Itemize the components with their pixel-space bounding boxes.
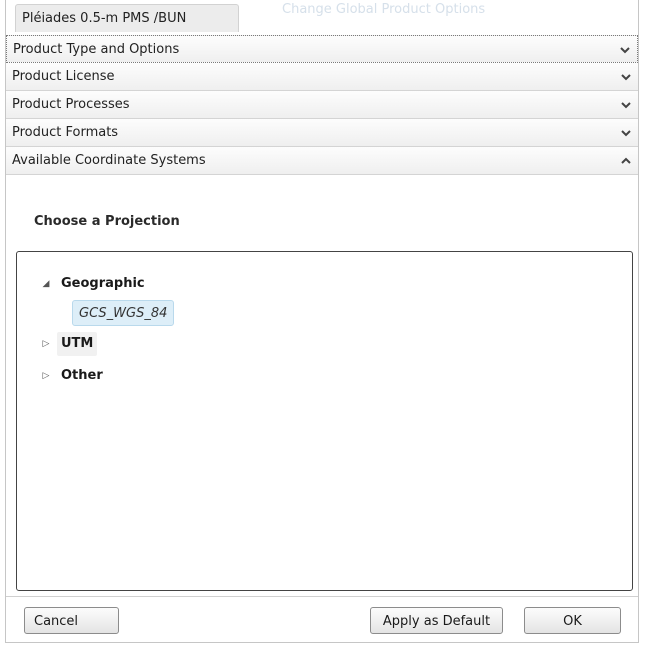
chevron-down-icon xyxy=(621,130,631,137)
tree-node-label: Other xyxy=(61,368,103,383)
section-product-license[interactable]: Product License xyxy=(6,63,638,91)
section-product-processes[interactable]: Product Processes xyxy=(6,91,638,119)
section-label: Product Processes xyxy=(12,97,130,112)
tree-node-label: UTM xyxy=(57,332,98,356)
tree-node-label: Geographic xyxy=(61,276,145,291)
section-label: Product Formats xyxy=(12,125,119,140)
tree-node-gcs-wgs-84[interactable]: GCS_WGS_84 xyxy=(72,300,175,326)
projection-tree[interactable]: ◢ Geographic GCS_WGS_84 ▷ UTM ▷ Other xyxy=(16,251,633,591)
product-options-dialog: Pléiades 0.5-m PMS /BUN Change Global Pr… xyxy=(5,0,639,643)
section-label: Available Coordinate Systems xyxy=(12,153,206,168)
chevron-down-icon xyxy=(621,102,631,109)
dialog-heading: Change Global Product Options xyxy=(282,2,486,17)
cancel-button[interactable]: Cancel xyxy=(24,607,119,634)
collapsed-triangle-icon[interactable]: ▷ xyxy=(39,332,53,356)
collapsed-triangle-icon[interactable]: ▷ xyxy=(39,364,53,388)
dialog-footer: Cancel Apply as Default OK xyxy=(6,596,638,642)
title-bar: Pléiades 0.5-m PMS /BUN Change Global Pr… xyxy=(6,0,638,35)
expanded-triangle-icon[interactable]: ◢ xyxy=(39,272,53,296)
section-label: Product License xyxy=(12,69,115,84)
section-product-type-and-options[interactable]: Product Type and Options xyxy=(6,35,638,63)
chevron-up-icon xyxy=(621,157,631,164)
ok-button[interactable]: OK xyxy=(524,607,621,634)
choose-projection-heading: Choose a Projection xyxy=(34,214,180,229)
accordion: Product Type and Options Product License… xyxy=(6,35,638,175)
apply-as-default-button[interactable]: Apply as Default xyxy=(370,607,503,634)
chevron-down-icon xyxy=(621,74,631,81)
section-available-coordinate-systems[interactable]: Available Coordinate Systems xyxy=(6,147,638,175)
section-label: Product Type and Options xyxy=(13,42,180,57)
window-title-tab: Pléiades 0.5-m PMS /BUN xyxy=(15,4,239,32)
section-product-formats[interactable]: Product Formats xyxy=(6,119,638,147)
chevron-down-icon xyxy=(620,47,630,54)
